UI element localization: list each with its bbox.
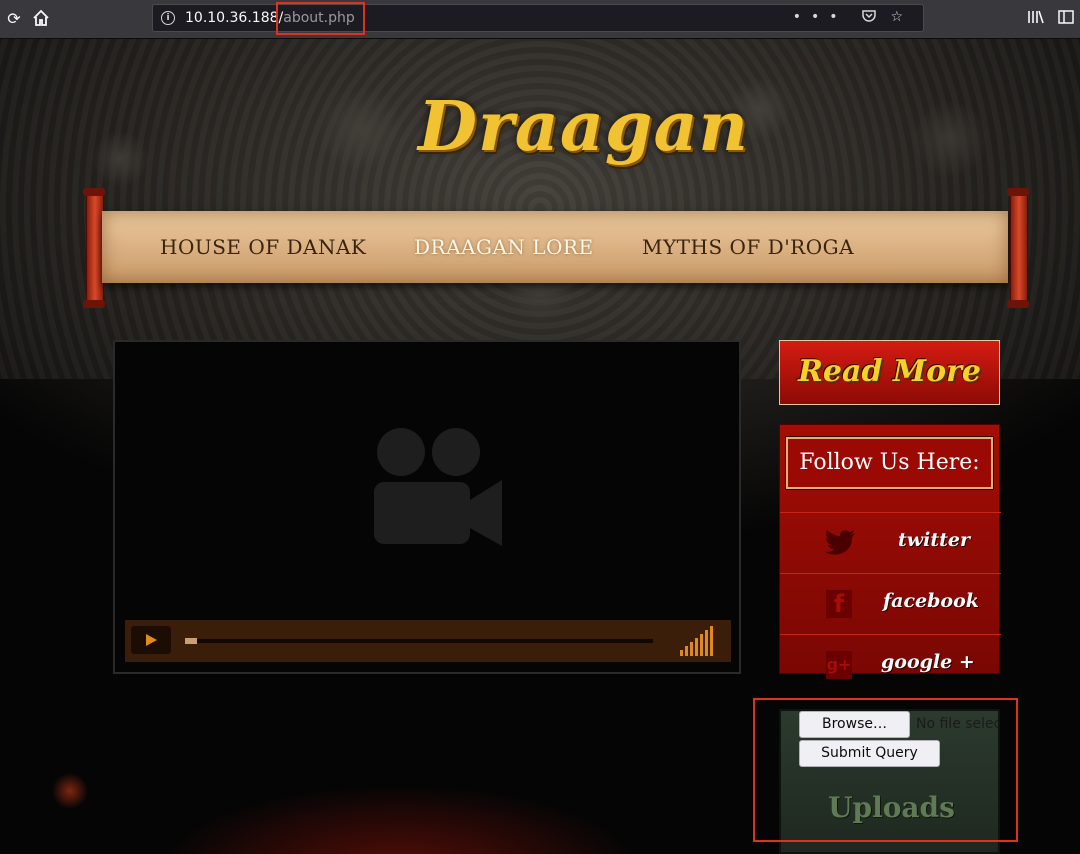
site-logo[interactable]: Draagan xyxy=(418,87,748,167)
pocket-icon[interactable] xyxy=(862,9,890,25)
url-actions: ••• ☆ xyxy=(793,9,913,25)
twitter-icon xyxy=(825,530,855,555)
library-icon[interactable] xyxy=(1026,9,1046,29)
play-button[interactable] xyxy=(131,626,171,654)
social-facebook[interactable]: f facebook xyxy=(780,573,1001,634)
upload-highlight-box xyxy=(753,698,1018,842)
home-icon[interactable] xyxy=(31,9,51,29)
site-info-icon[interactable]: i xyxy=(161,11,175,25)
browser-toolbar: ⟳ i 10.10.36.188/about.php ••• ☆ xyxy=(0,0,1080,39)
seek-progress xyxy=(185,638,197,644)
nav-myths-of-droga[interactable]: MYTHS OF D'ROGA xyxy=(642,235,854,259)
follow-title: Follow Us Here: xyxy=(785,436,994,490)
read-more-button[interactable]: Read More xyxy=(779,340,1000,405)
web-page: Draagan HOUSE OF DANAK DRAAGAN LORE MYTH… xyxy=(0,39,1080,854)
social-twitter[interactable]: twitter xyxy=(780,512,1001,573)
video-player[interactable] xyxy=(113,340,741,674)
twitter-label: twitter xyxy=(898,529,971,551)
page-actions-icon[interactable]: ••• xyxy=(793,9,848,25)
nav-draagan-lore[interactable]: DRAAGAN LORE xyxy=(414,235,594,259)
video-camera-icon xyxy=(374,428,502,546)
social-google-plus[interactable]: g+ google + xyxy=(780,634,1001,695)
url-host: 10.10.36.188/ xyxy=(185,10,284,26)
google-plus-label: google + xyxy=(881,651,975,673)
player-controls xyxy=(125,620,731,662)
sidebar-icon[interactable] xyxy=(1056,9,1076,29)
seek-bar[interactable] xyxy=(185,638,653,644)
bookmark-star-icon[interactable]: ☆ xyxy=(890,9,913,25)
nav-house-of-danak[interactable]: HOUSE OF DANAK xyxy=(160,235,366,259)
facebook-label: facebook xyxy=(883,590,979,612)
reload-icon[interactable]: ⟳ xyxy=(4,9,24,29)
scroll-rod-right xyxy=(1007,188,1029,308)
follow-panel: Follow Us Here: twitter f facebook g+ go… xyxy=(779,424,1001,679)
facebook-icon: f xyxy=(826,590,852,618)
address-bar[interactable]: i 10.10.36.188/about.php ••• ☆ xyxy=(152,4,924,32)
url-highlight-box xyxy=(276,2,365,35)
google-plus-icon: g+ xyxy=(826,651,852,679)
volume-icon[interactable] xyxy=(680,626,713,656)
